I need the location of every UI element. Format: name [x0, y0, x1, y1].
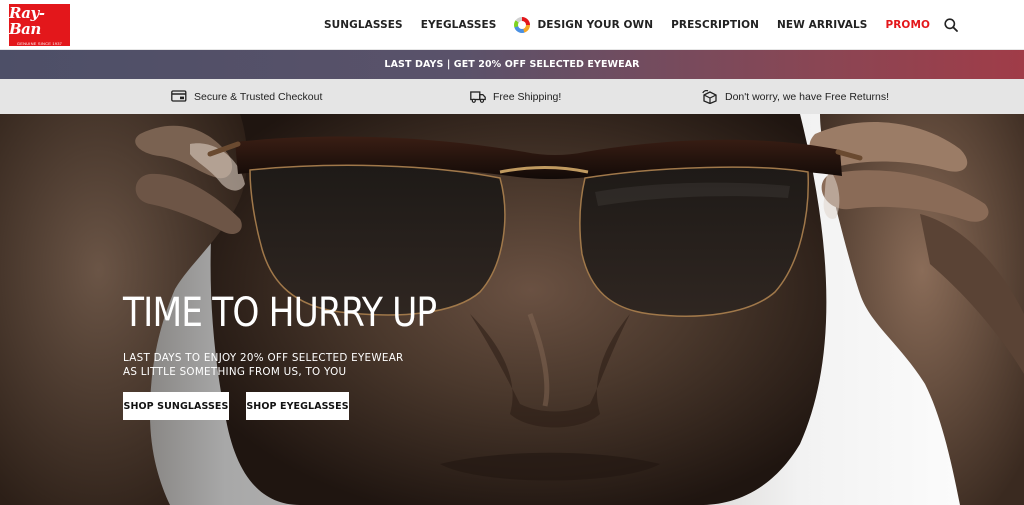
hero-subtitle-line-2: AS LITTLE SOMETHING FROM US, TO YOU — [123, 365, 347, 378]
benefit-secure-checkout: Secure & Trusted Checkout — [171, 79, 322, 114]
benefits-bar: Secure & Trusted Checkout Free Shipping!… — [0, 79, 1024, 114]
color-wheel-icon — [514, 16, 531, 33]
logo-text: Ray-Ban — [9, 3, 45, 38]
nav-prescription[interactable]: PRESCRIPTION — [671, 19, 759, 31]
promo-banner-text: LAST DAYS | GET 20% OFF SELECTED EYEWEAR — [384, 59, 640, 70]
nav-design-your-own-label: DESIGN YOUR OWN — [537, 18, 654, 31]
hero-banner: TIME TO HURRY UP LAST DAYS TO ENJOY 20% … — [0, 114, 1024, 505]
shop-eyeglasses-button[interactable]: SHOP EYEGLASSES — [246, 392, 349, 420]
benefit-free-shipping-text: Free Shipping! — [493, 90, 562, 103]
hero-title: TIME TO HURRY UP — [123, 290, 437, 336]
nav-eyeglasses[interactable]: EYEGLASSES — [421, 19, 497, 31]
benefit-free-shipping: Free Shipping! — [470, 79, 561, 114]
return-box-icon — [702, 89, 717, 104]
benefit-free-returns-text: Don't worry, we have Free Returns! — [725, 90, 890, 103]
truck-icon — [470, 90, 486, 103]
shop-sunglasses-button[interactable]: SHOP SUNGLASSES — [123, 392, 229, 420]
ray-ban-logo[interactable]: Ray-Ban GENUINE SINCE 1937 — [9, 4, 70, 46]
benefit-free-returns: Don't worry, we have Free Returns! — [702, 79, 889, 114]
nav-design-your-own[interactable]: DESIGN YOUR OWN — [514, 16, 654, 33]
search-icon[interactable] — [944, 17, 958, 32]
top-navigation: Ray-Ban GENUINE SINCE 1937 SUNGLASSES EY… — [0, 0, 1024, 50]
nav-new-arrivals[interactable]: NEW ARRIVALS — [777, 19, 867, 31]
benefit-secure-checkout-text: Secure & Trusted Checkout — [194, 90, 323, 103]
logo-tagline: GENUINE SINCE 1937 — [16, 40, 63, 46]
promo-banner[interactable]: LAST DAYS | GET 20% OFF SELECTED EYEWEAR — [0, 50, 1024, 79]
main-menu: SUNGLASSES EYEGLASSES DESIGN YOUR OWN PR… — [324, 0, 958, 49]
nav-promo[interactable]: PROMO — [885, 19, 930, 31]
nav-sunglasses[interactable]: SUNGLASSES — [324, 19, 403, 31]
hero-subtitle: LAST DAYS TO ENJOY 20% OFF SELECTED EYEW… — [123, 351, 404, 379]
credit-card-icon — [171, 90, 187, 102]
hero-subtitle-line-1: LAST DAYS TO ENJOY 20% OFF SELECTED EYEW… — [123, 351, 404, 364]
